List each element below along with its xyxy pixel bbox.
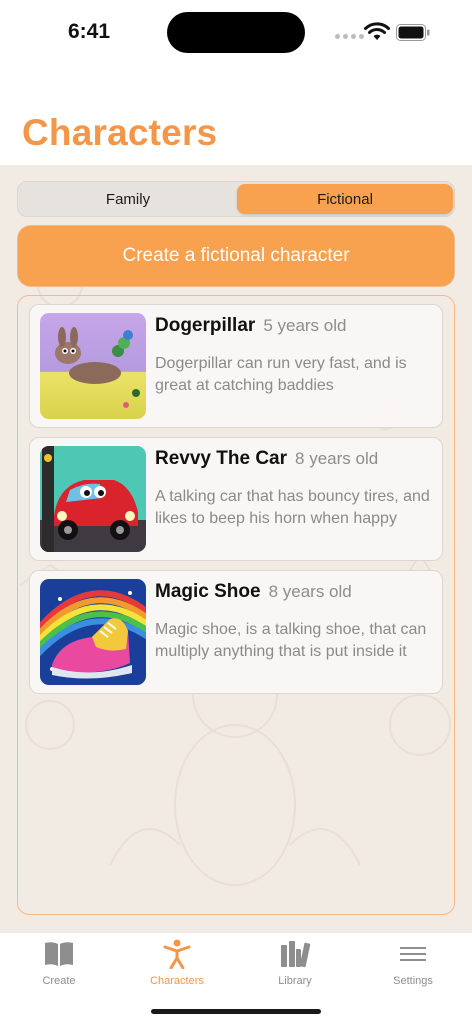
character-age: 8 years old [268,582,352,601]
battery-icon [396,24,430,41]
tab-label: Characters [150,975,204,987]
books-icon [281,941,311,968]
tab-characters[interactable]: Characters [118,939,236,991]
cellular-signal-icon [335,34,364,39]
page-title: Characters [22,112,218,153]
character-list: Dogerpillar 5 years old Dogerpillar can r… [17,295,455,915]
tab-label: Settings [393,975,433,987]
main-content: Family Fictional Create a fictional char… [0,165,472,933]
character-description: Magic shoe, is a talking shoe, that can … [155,621,427,660]
tab-create[interactable]: Create [0,939,118,991]
character-type-segmented-control: Family Fictional [17,181,455,217]
character-age: 8 years old [295,449,379,468]
tab-label: Create [42,975,76,987]
tab-label: Library [278,975,312,987]
character-name: Dogerpillar 5 years old [155,315,347,336]
segment-fictional[interactable]: Fictional [237,184,453,214]
character-card[interactable]: Revvy The Car 8 years old A talking car t… [29,437,443,561]
character-description: Dogerpillar can run very fast, and is gr… [155,355,407,394]
person-icon [163,939,191,969]
dog-caterpillar-illustration [40,313,146,419]
red-car-illustration [40,446,146,552]
wifi-icon [364,22,390,40]
character-name: Revvy The Car 8 years old [155,448,379,469]
tab-settings[interactable]: Settings [354,939,472,991]
status-time: 6:41 [68,20,111,43]
book-icon [45,942,73,966]
create-fictional-character-button[interactable]: Create a fictional character [17,225,455,287]
home-indicator [151,1009,321,1014]
menu-icon [400,947,426,961]
character-description: A talking car that has bouncy tires, and… [155,488,430,527]
dynamic-island [167,12,305,53]
character-card[interactable]: Dogerpillar 5 years old Dogerpillar can r… [29,304,443,428]
tab-library[interactable]: Library [236,939,354,991]
character-name: Magic Shoe 8 years old [155,581,352,602]
rainbow-shoe-illustration [40,579,146,685]
character-age: 5 years old [263,316,347,335]
character-card[interactable]: Magic Shoe 8 years old Magic shoe, is a t… [29,570,443,694]
segment-family[interactable]: Family [20,184,236,214]
status-bar: 6:41 [0,0,472,64]
